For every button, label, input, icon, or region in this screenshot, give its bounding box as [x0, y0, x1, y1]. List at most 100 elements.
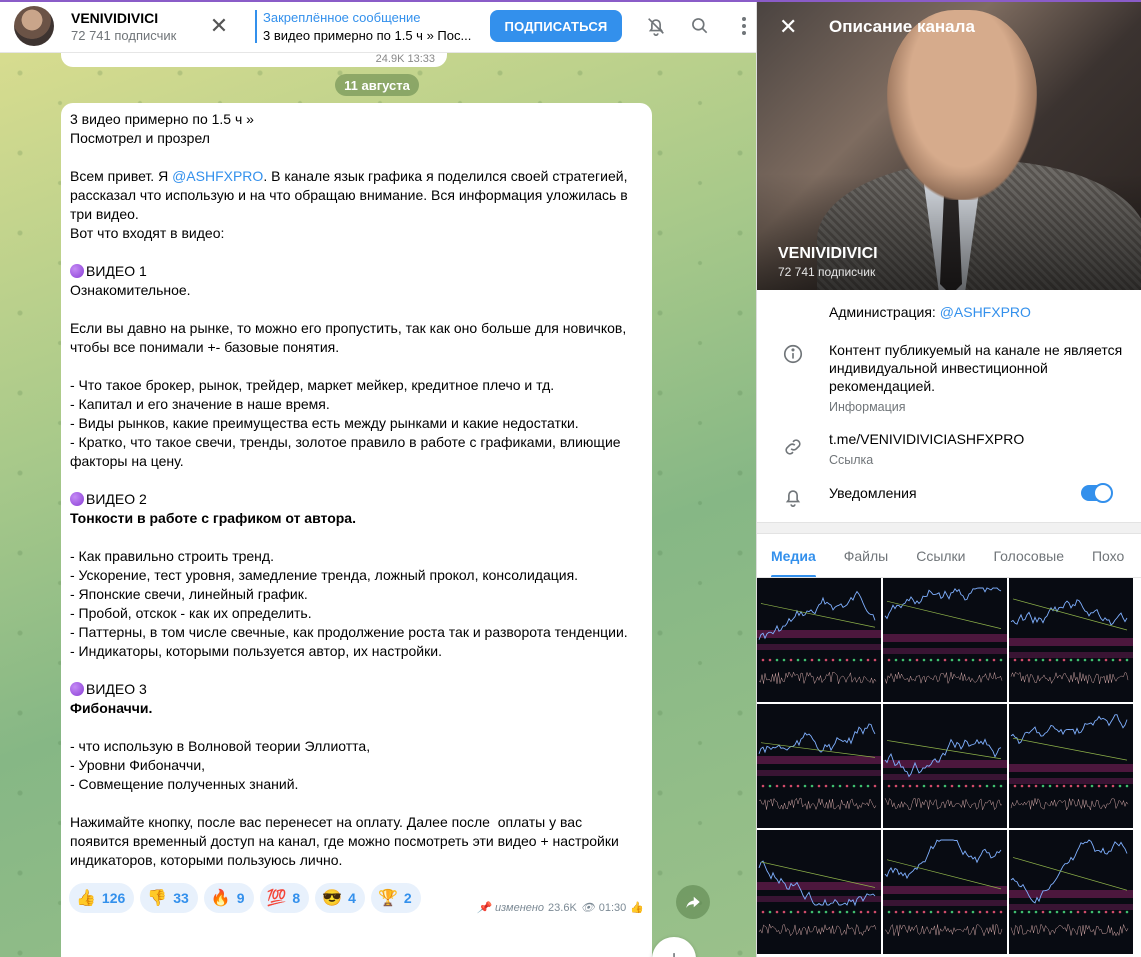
date-separator[interactable]: 11 августа	[335, 74, 419, 96]
reaction-count: 4	[348, 890, 356, 906]
media-thumbnail[interactable]	[757, 704, 881, 828]
description-row[interactable]: Контент публикуемый на канале не являетс…	[757, 341, 1141, 416]
previous-message-meta: 24.9K 13:33	[375, 53, 435, 65]
tab-links[interactable]: Ссылки	[902, 534, 979, 577]
language-of-chart-button[interactable]: ЯЗЫК ГРАФИКА ↗	[61, 921, 652, 957]
video3-body: - что использую в Волновой теории Эллиот…	[70, 738, 619, 868]
link-row[interactable]: t.me/VENIVIDIVICIASHFXPRO Ссылка	[757, 430, 1141, 469]
reaction-count: 8	[292, 890, 301, 906]
previous-message: 24.9K 13:33	[61, 53, 447, 67]
fire-icon: 🔥	[210, 890, 231, 907]
bell-icon	[757, 484, 829, 508]
video2-body: - Как правильно строить тренд. - Ускорен…	[70, 548, 628, 659]
hundred-icon: 💯	[266, 890, 287, 907]
reaction-hundred[interactable]: 💯 8	[259, 883, 310, 913]
channel-subscribers: 72 741 подписчик	[71, 27, 177, 43]
media-grid	[757, 578, 1141, 954]
video2-title: ВИДЕО 2	[86, 491, 147, 507]
reaction-thumbs-down[interactable]: 👎 33	[140, 883, 198, 913]
description-label: Информация	[829, 400, 906, 414]
video2-subtitle: Тонкости в работе с графиком от автора.	[70, 510, 356, 526]
tab-media[interactable]: Медиа	[757, 534, 830, 577]
close-pinned-icon[interactable]: ✕	[207, 13, 231, 38]
reaction-trophy[interactable]: 🏆 2	[370, 883, 421, 913]
reaction-count: 33	[173, 890, 189, 906]
admin-row: Администрация: @ASHFXPRO	[757, 303, 1141, 321]
message-text: 3 видео примерно по 1.5 ч » Посмотрел и …	[70, 110, 643, 870]
reaction-count: 9	[236, 890, 245, 906]
panel-title: Описание канала	[829, 17, 975, 36]
close-panel-icon[interactable]: ✕	[779, 14, 797, 40]
reaction-count: 2	[403, 890, 412, 906]
media-thumbnail[interactable]	[883, 704, 1007, 828]
author-mention-link[interactable]: @ASHFXPRO	[172, 168, 263, 184]
panel-subscribers: 72 741 подписчик	[778, 265, 876, 279]
media-thumbnail[interactable]	[883, 578, 1007, 702]
reaction-count: 126	[101, 890, 126, 906]
purple-circle-icon	[70, 264, 84, 278]
tab-similar[interactable]: Похо	[1078, 534, 1138, 577]
mute-bell-icon[interactable]	[644, 14, 668, 38]
purple-circle-icon	[70, 682, 84, 696]
sunglasses-icon: 😎	[322, 890, 343, 907]
thumbs-down-icon: 👎	[147, 890, 168, 907]
channel-link-text: t.me/VENIVIDIVICIASHFXPRO	[829, 431, 1025, 447]
tab-voice[interactable]: Голосовые	[980, 534, 1078, 577]
channel-info[interactable]: VENIVIDIVICI 72 741 подписчик	[71, 10, 191, 43]
purple-circle-icon	[70, 492, 84, 506]
channel-info-panel: ✕ Описание канала VENIVIDIVICI 72 741 по…	[756, 0, 1141, 957]
channel-cover-photo[interactable]: ✕ Описание канала VENIVIDIVICI 72 741 по…	[757, 0, 1141, 290]
search-icon[interactable]	[688, 14, 712, 38]
media-thumbnail[interactable]	[1009, 830, 1133, 954]
channel-avatar[interactable]	[14, 6, 54, 46]
description-text: Контент публикуемый на канале не являетс…	[829, 342, 1123, 394]
link-icon	[757, 430, 829, 469]
media-tabs: Медиа Файлы Ссылки Голосовые Похо	[757, 534, 1141, 578]
external-link-arrow-icon: ↗	[635, 923, 646, 937]
tab-files[interactable]: Файлы	[830, 534, 902, 577]
section-divider	[757, 522, 1141, 534]
views-eye-icon: 👁	[580, 902, 595, 914]
channel-name: VENIVIDIVICI	[71, 9, 159, 26]
inline-button-label: ЯЗЫК ГРАФИКА	[302, 933, 411, 949]
media-thumbnail[interactable]	[757, 578, 881, 702]
trophy-icon: 🏆	[377, 890, 398, 907]
video1-title: ВИДЕО 1	[86, 263, 147, 279]
media-thumbnail[interactable]	[757, 830, 881, 954]
info-icon	[757, 341, 829, 416]
window-top-accent	[0, 0, 1141, 2]
message-time: 01:30	[598, 901, 627, 914]
video1-body: Ознакомительное. Если вы давно на рынке,…	[70, 282, 627, 469]
notifications-toggle[interactable]	[1081, 483, 1113, 503]
media-thumbnail[interactable]	[883, 830, 1007, 954]
reaction-thumbs-up[interactable]: 👍 126	[69, 883, 135, 913]
video3-subtitle: Фибоначчи.	[70, 700, 153, 716]
pinned-message[interactable]: Закреплённое сообщение 3 видео примерно …	[255, 9, 477, 43]
channel-link-label: Ссылка	[829, 453, 874, 467]
message-meta: 📌 изменено 23.6K 👁 01:30 👍	[477, 901, 644, 915]
admin-row-spacer	[757, 303, 829, 321]
edited-label: изменено	[494, 901, 545, 914]
reaction-cool[interactable]: 😎 4	[315, 883, 365, 913]
subscribe-button[interactable]: ПОДПИСАТЬСЯ	[490, 10, 622, 42]
chat-area: 24.9K 13:33 11 августа 3 видео примерно …	[0, 53, 756, 957]
admin-prefix: Администрация:	[829, 304, 940, 320]
thumbs-up-icon: 👍	[76, 890, 96, 907]
share-icon[interactable]	[676, 885, 710, 919]
views-count: 23.6K	[548, 901, 577, 914]
pinned-text: 3 видео примерно по 1.5 ч » Пос...	[263, 27, 472, 43]
more-menu-icon[interactable]	[732, 14, 756, 38]
media-thumbnail[interactable]	[1009, 578, 1133, 702]
reaction-fire[interactable]: 🔥 9	[203, 883, 254, 913]
chat-header: VENIVIDIVICI 72 741 подписчик ✕ Закреплё…	[0, 0, 756, 53]
pin-icon: 📌	[477, 902, 491, 914]
video3-title: ВИДЕО 3	[86, 681, 147, 697]
toggle-knob	[1093, 483, 1113, 503]
own-reaction-icon: 👍	[630, 902, 644, 914]
message-bubble[interactable]: 3 видео примерно по 1.5 ч » Посмотрел и …	[61, 103, 652, 957]
media-thumbnail[interactable]	[1009, 704, 1133, 828]
admin-link[interactable]: @ASHFXPRO	[940, 304, 1031, 320]
pinned-title: Закреплённое сообщение	[263, 9, 421, 25]
reactions-bar: 👍 126 👎 33 🔥 9 💯 8 😎 4 🏆 2	[69, 883, 421, 913]
panel-channel-name: VENIVIDIVICI	[778, 245, 878, 262]
